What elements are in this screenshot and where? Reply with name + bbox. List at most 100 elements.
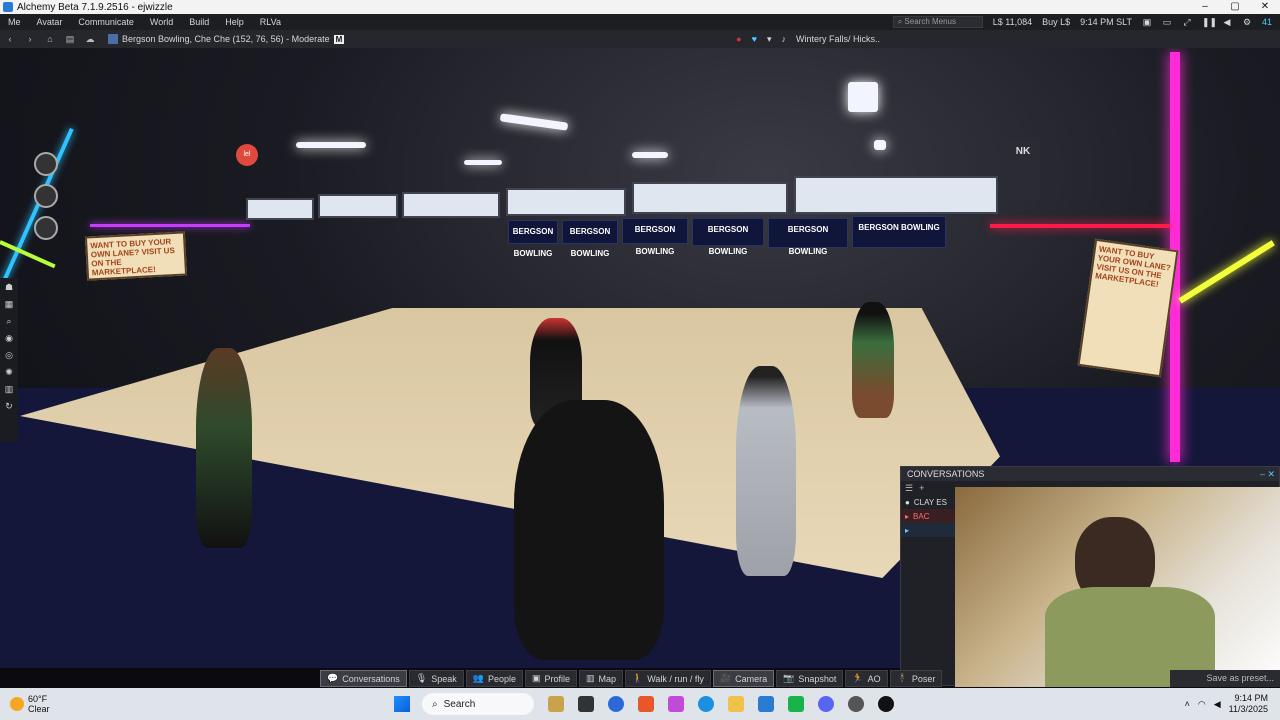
lane-sign: BERGSON BOWLING — [852, 216, 946, 248]
record-icon[interactable]: ● — [736, 34, 741, 44]
forward-icon[interactable]: › — [20, 34, 40, 44]
ao-button[interactable]: 🏃 AO — [845, 670, 888, 687]
folder-icon[interactable] — [728, 696, 744, 712]
landmarks-icon[interactable]: ▤ — [60, 34, 80, 45]
chevron-up-icon[interactable]: ˄ — [1185, 699, 1190, 709]
buy-currency-button[interactable]: Buy L$ — [1042, 17, 1070, 27]
search-menus-placeholder: Search Menus — [904, 17, 957, 26]
walk-run-fly-button[interactable]: 🚶 Walk / run / fly — [625, 670, 711, 687]
home-icon[interactable]: ⌂ — [40, 34, 60, 44]
stats-icon[interactable]: ▥ — [5, 384, 14, 395]
network-icon[interactable]: ◠ — [1198, 699, 1206, 710]
people-button[interactable]: 👥 People — [465, 670, 523, 687]
map-button[interactable]: ▥ Map — [579, 670, 624, 687]
webcam-overlay — [955, 487, 1280, 687]
scoreboard — [402, 192, 500, 218]
scoreboard — [318, 194, 398, 218]
menu-world[interactable]: World — [142, 17, 181, 27]
speak-button[interactable]: 🎙 Speak — [408, 670, 464, 687]
settings-icon[interactable] — [848, 696, 864, 712]
button-label: Snapshot — [798, 673, 837, 684]
menu-rlva[interactable]: RLVa — [252, 17, 289, 27]
browser-icon[interactable] — [608, 696, 624, 712]
location-bar[interactable]: Bergson Bowling, Che Che (152, 76, 56) -… — [108, 34, 345, 44]
obs-icon[interactable] — [878, 696, 894, 712]
scoreboard — [794, 176, 998, 214]
volume-icon[interactable]: ◀ — [1222, 17, 1232, 28]
pause-icon[interactable]: ❚❚ — [1202, 17, 1217, 28]
ceiling-light — [296, 142, 366, 148]
alchemy-icon[interactable] — [758, 696, 774, 712]
ceiling-light — [464, 160, 502, 165]
app-icon[interactable] — [788, 696, 804, 712]
weather-widget[interactable]: 60°F Clear — [0, 694, 360, 714]
sun-icon[interactable]: ✺ — [5, 367, 13, 378]
button-label: Poser — [911, 673, 936, 684]
save-as-preset-button[interactable]: Save as preset... — [1170, 670, 1280, 687]
volume-icon[interactable]: ◀ — [1214, 699, 1221, 710]
heart-icon[interactable]: ♥ — [752, 34, 757, 44]
monitor-icon[interactable]: ▭ — [1162, 17, 1172, 28]
ao-icon: 🏃 — [852, 673, 864, 683]
button-label: People — [487, 673, 516, 684]
menu-build[interactable]: Build — [181, 17, 217, 27]
discord-icon[interactable] — [818, 696, 834, 712]
lel-badge: lel — [236, 144, 258, 166]
maximize-icon[interactable]: ▢ — [1220, 0, 1250, 14]
options-icon[interactable]: ☰ — [905, 483, 913, 494]
refresh-icon[interactable]: ↻ — [5, 401, 13, 412]
menu-avatar[interactable]: Avatar — [29, 17, 71, 27]
search-icon[interactable]: ⌕ — [6, 316, 11, 327]
scoreboard — [246, 198, 314, 220]
hud-badge-icon[interactable] — [34, 216, 58, 240]
snapshot-button[interactable]: 📷 Snapshot — [776, 670, 844, 687]
nk-sign: NK — [1006, 140, 1040, 200]
build-icon[interactable]: ☗ — [5, 282, 13, 293]
profile-button[interactable]: ▣ Profile — [524, 670, 577, 687]
camera-button[interactable]: 🎥 Camera — [712, 670, 775, 687]
hud-logo-icon[interactable] — [34, 184, 58, 208]
cloud-icon[interactable]: ☁ — [80, 34, 100, 45]
avatar-black-hoodie-shark[interactable] — [514, 400, 664, 660]
settings-icon[interactable]: ⚙ — [1242, 17, 1252, 28]
search-menus-input[interactable]: ⌕ Search Menus — [892, 16, 983, 28]
poser-button[interactable]: 🕴 Poser — [889, 670, 943, 687]
conversations-button[interactable]: 💬 Conversations — [320, 670, 407, 687]
add-icon[interactable]: + — [919, 483, 924, 493]
widget-icon[interactable] — [548, 696, 564, 712]
avatar-green-dress[interactable] — [852, 302, 894, 418]
media-play-icon[interactable]: ♪ — [781, 34, 786, 44]
menu-help[interactable]: Help — [217, 17, 252, 27]
windows-start-icon[interactable] — [394, 696, 410, 712]
close-icon[interactable]: ✕ — [1250, 0, 1280, 14]
app-icon[interactable] — [668, 696, 684, 712]
people-icon[interactable]: ▣ — [1142, 17, 1152, 28]
lane-sign: BERGSON BOWLING — [692, 218, 764, 256]
task-view-icon[interactable] — [578, 696, 594, 712]
bottom-toolbar: 💬 Conversations 🎙 Speak 👥 People ▣ Profile ▥… — [320, 670, 960, 687]
app-icon — [3, 2, 13, 12]
play-icon: ▸ — [905, 511, 910, 521]
hud-jacket-icon[interactable] — [34, 152, 58, 176]
appearance-icon[interactable]: ◉ — [5, 333, 13, 344]
window-controls: – ▢ ✕ — [1190, 0, 1280, 14]
edge-icon[interactable] — [698, 696, 714, 712]
system-clock[interactable]: 9:14 PM 11/3/2025 — [1229, 693, 1268, 715]
menu-me[interactable]: Me — [0, 17, 29, 27]
back-icon[interactable]: ‹ — [0, 34, 20, 44]
walk-icon[interactable]: ⤢ — [1182, 17, 1192, 28]
play-icon: ▸ — [905, 525, 910, 535]
app-icon[interactable] — [638, 696, 654, 712]
floater-controls[interactable]: – ✕ — [1260, 467, 1279, 481]
minimize-icon[interactable]: – — [1190, 0, 1220, 14]
menu-communicate[interactable]: Communicate — [70, 17, 142, 27]
avatar-woman-green-jacket[interactable] — [196, 348, 252, 548]
avatar-grey-tracksuit[interactable] — [736, 366, 796, 576]
parcel-media-label[interactable]: Wintery Falls/ Hicks.. — [796, 34, 880, 44]
poster-buy-lane-right: WANT TO BUY YOUR OWN LANE? VISIT US ON T… — [1077, 238, 1179, 378]
dropdown-icon[interactable]: ▾ — [767, 34, 772, 45]
inventory-icon[interactable]: ▦ — [5, 299, 14, 310]
taskbar-search[interactable]: ⌕ Search — [422, 693, 534, 715]
conversation-label: CLAY ES — [913, 497, 947, 507]
radar-icon[interactable]: ◎ — [5, 350, 13, 361]
